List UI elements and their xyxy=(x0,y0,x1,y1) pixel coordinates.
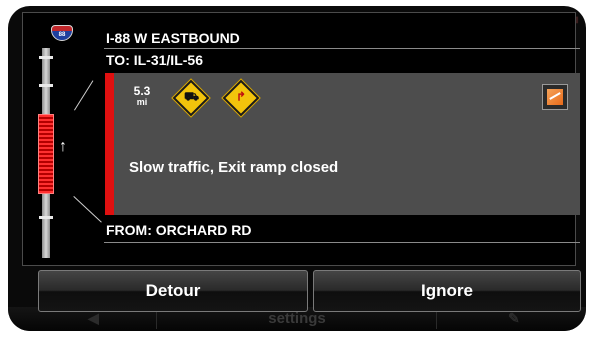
title-divider xyxy=(104,48,580,49)
route-title: I-88 W EASTBOUND xyxy=(106,30,240,46)
rail-tick xyxy=(39,216,53,219)
incident-message: Slow traffic, Exit ramp closed xyxy=(129,159,339,176)
current-position-arrow-icon: ↑ xyxy=(59,138,67,155)
route-rail xyxy=(42,194,50,258)
severity-bar xyxy=(105,73,114,215)
route-progress-strip: ↑ xyxy=(34,48,76,258)
detour-button[interactable]: Detour xyxy=(38,270,308,312)
ignore-button[interactable]: Ignore xyxy=(313,270,581,312)
settings-label: settings xyxy=(268,310,326,327)
incident-distance: 5.3 mi xyxy=(127,84,157,107)
route-destination: TO: IL-31/IL-56 xyxy=(106,52,203,68)
distance-unit: mi xyxy=(136,97,148,107)
rail-tick xyxy=(39,56,53,59)
exit-ramp-closed-sign-icon: ↱ xyxy=(222,79,260,117)
view-map-button[interactable] xyxy=(542,84,568,110)
wrench-icon: ✎ xyxy=(508,310,520,326)
slow-traffic-sign-icon: ⛟ xyxy=(172,79,210,117)
map-icon xyxy=(547,89,563,105)
footer-divider xyxy=(436,311,437,329)
route-origin: FROM: ORCHARD RD xyxy=(106,222,252,238)
rail-tick xyxy=(39,84,53,87)
congestion-segment xyxy=(38,114,54,194)
distance-value: 5.3 xyxy=(133,84,151,98)
incident-card: 5.3 mi ⛟ ↱ Slow traffic, Exit ramp close… xyxy=(105,73,580,215)
origin-divider xyxy=(104,242,580,243)
